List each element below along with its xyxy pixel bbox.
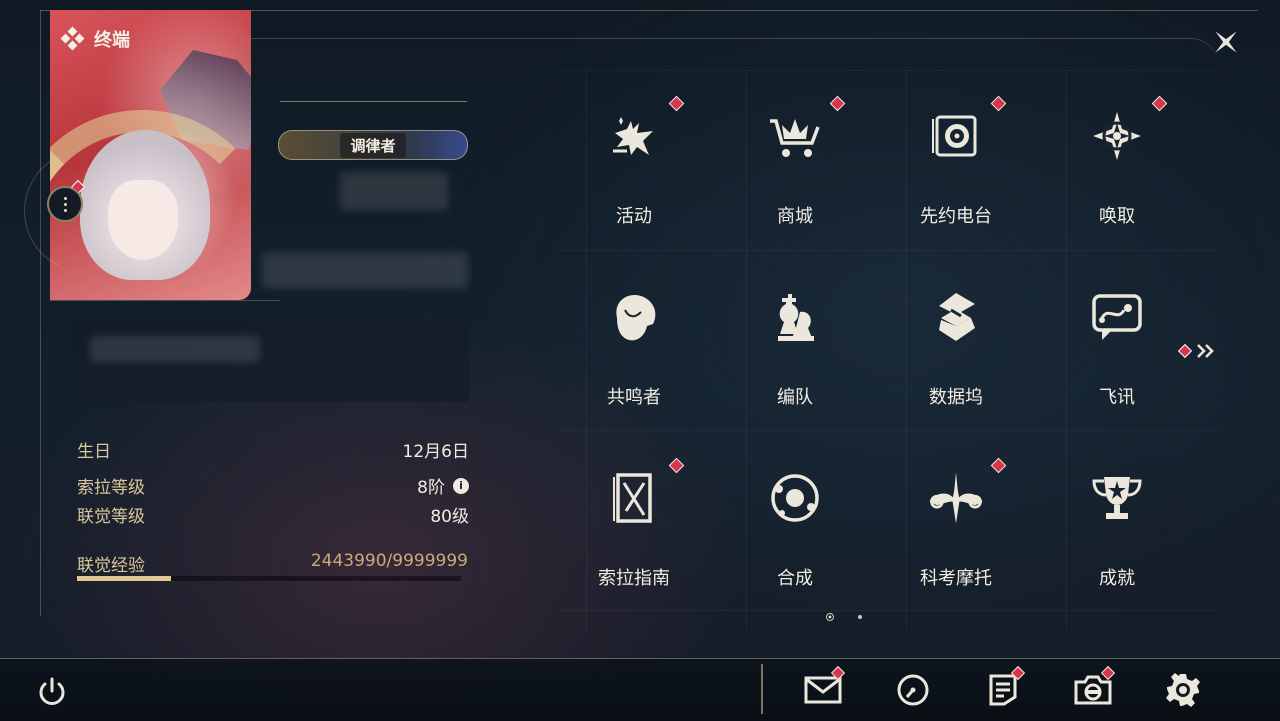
player-title-label: 调律者 bbox=[340, 132, 406, 158]
info-row-sola-level: 索拉等级 8阶 i bbox=[77, 473, 469, 498]
player-signature-box[interactable] bbox=[70, 322, 469, 402]
frame-line-inner bbox=[250, 38, 1160, 39]
menu-item-label: 合成 bbox=[777, 568, 813, 589]
activity-icon bbox=[604, 106, 664, 166]
notes-button[interactable] bbox=[981, 665, 1026, 712]
camera-button[interactable] bbox=[1071, 665, 1116, 712]
menu-item-character-head[interactable]: 共鸣者 bbox=[554, 261, 714, 441]
next-page-button[interactable] bbox=[1177, 338, 1220, 364]
page-header: 终端 bbox=[60, 26, 130, 52]
title-divider bbox=[280, 101, 467, 102]
menu-item-motorcycle[interactable]: 科考摩托 bbox=[876, 442, 1036, 622]
synthesis-icon bbox=[765, 468, 825, 528]
menu-item-label: 商城 bbox=[777, 206, 813, 227]
menu-item-label: 编队 bbox=[777, 387, 813, 408]
compass-star-icon bbox=[1087, 106, 1147, 166]
exp-label: 联觉经验 bbox=[77, 556, 145, 576]
menu-item-label: 科考摩托 bbox=[920, 568, 992, 589]
guidebook-icon bbox=[604, 468, 664, 528]
exp-progress-fill bbox=[77, 576, 171, 581]
profile-divider bbox=[50, 300, 280, 301]
menu-item-compass-star[interactable]: 唤取 bbox=[1037, 80, 1197, 260]
clock-button[interactable] bbox=[891, 668, 935, 712]
menu-item-label: 先约电台 bbox=[920, 206, 992, 227]
menu-item-label: 索拉指南 bbox=[598, 568, 670, 589]
notification-dot bbox=[990, 95, 1007, 112]
menu-item-label: 飞讯 bbox=[1099, 387, 1135, 408]
notification-dot bbox=[1151, 95, 1168, 112]
page-indicator bbox=[826, 613, 862, 621]
trophy-icon bbox=[1087, 468, 1147, 528]
next-page-notification-dot bbox=[1177, 343, 1193, 359]
double-chevron-right-icon bbox=[1197, 344, 1214, 358]
info-value-wrap: 8阶 i bbox=[417, 473, 469, 498]
shop-cart-icon bbox=[765, 106, 825, 166]
close-button[interactable] bbox=[1204, 20, 1248, 64]
menu-item-label: 共鸣者 bbox=[607, 387, 661, 408]
character-head-icon bbox=[604, 287, 664, 347]
power-icon bbox=[39, 677, 65, 705]
frame-line-left bbox=[40, 10, 41, 616]
player-title-badge[interactable]: 调律者 bbox=[278, 130, 468, 160]
settings-gear-icon bbox=[1165, 672, 1201, 708]
info-value: 12月6日 bbox=[402, 442, 469, 462]
menu-item-label: 活动 bbox=[616, 206, 652, 227]
menu-item-label: 数据坞 bbox=[929, 387, 983, 408]
menu-item-label: 唤取 bbox=[1099, 206, 1135, 227]
menu-item-radio[interactable]: 先约电台 bbox=[876, 80, 1036, 260]
player-name-redacted bbox=[340, 172, 448, 210]
menu-item-activity[interactable]: 活动 bbox=[554, 80, 714, 260]
message-icon bbox=[1087, 287, 1147, 347]
menu-item-synthesis[interactable]: 合成 bbox=[715, 442, 875, 622]
menu-item-trophy[interactable]: 成就 bbox=[1037, 442, 1197, 622]
player-id-redacted bbox=[262, 252, 468, 288]
player-portrait[interactable] bbox=[50, 10, 251, 300]
player-signature-redacted bbox=[90, 336, 260, 362]
data-dock-icon bbox=[926, 287, 986, 347]
terminal-diamond-icon bbox=[60, 26, 85, 51]
notification-dot bbox=[829, 95, 846, 112]
portrait-character-face bbox=[108, 180, 178, 260]
radio-icon bbox=[926, 106, 986, 166]
menu-item-message[interactable]: 飞讯 bbox=[1037, 261, 1197, 441]
bottom-bar-divider bbox=[761, 664, 763, 714]
menu-item-chess-team[interactable]: 编队 bbox=[715, 261, 875, 441]
info-value: 80级 bbox=[430, 507, 469, 527]
settings-gear-button[interactable] bbox=[1161, 668, 1205, 712]
chess-team-icon bbox=[765, 287, 825, 347]
menu-item-guidebook[interactable]: 索拉指南 bbox=[554, 442, 714, 622]
menu-item-shop-cart[interactable]: 商城 bbox=[715, 80, 875, 260]
motorcycle-icon bbox=[926, 468, 986, 528]
page-title: 终端 bbox=[94, 30, 130, 51]
page-dot-2[interactable] bbox=[858, 615, 862, 619]
menu-item-data-dock[interactable]: 数据坞 bbox=[876, 261, 1036, 441]
info-label: 生日 bbox=[77, 442, 111, 462]
exp-progress-bar bbox=[77, 576, 461, 581]
info-label: 索拉等级 bbox=[77, 478, 145, 498]
page-dot-1[interactable] bbox=[826, 613, 834, 621]
info-value: 8阶 bbox=[417, 478, 445, 498]
info-label: 联觉等级 bbox=[77, 507, 145, 527]
info-row-union-level: 联觉等级 80级 bbox=[77, 502, 469, 527]
menu-item-label: 成就 bbox=[1099, 568, 1135, 589]
power-button[interactable] bbox=[33, 673, 71, 711]
info-icon[interactable]: i bbox=[453, 477, 469, 494]
notes-icon bbox=[988, 673, 1018, 707]
notification-dot bbox=[668, 95, 685, 112]
clock-icon bbox=[896, 673, 930, 707]
mail-button[interactable] bbox=[801, 665, 846, 712]
notification-dot bbox=[668, 457, 685, 474]
close-icon bbox=[1215, 31, 1237, 53]
exp-value: 2443990/9999999 bbox=[310, 551, 468, 571]
info-row-birthday: 生日 12月6日 bbox=[77, 437, 469, 462]
function-grid: 活动 商城 先约电台 唤取共鸣者 编队 数据坞 飞讯索拉指南 合成 科考摩托 成就 bbox=[554, 80, 1194, 620]
more-options-button[interactable] bbox=[47, 186, 83, 222]
notification-dot bbox=[990, 457, 1007, 474]
mail-icon bbox=[804, 675, 842, 705]
